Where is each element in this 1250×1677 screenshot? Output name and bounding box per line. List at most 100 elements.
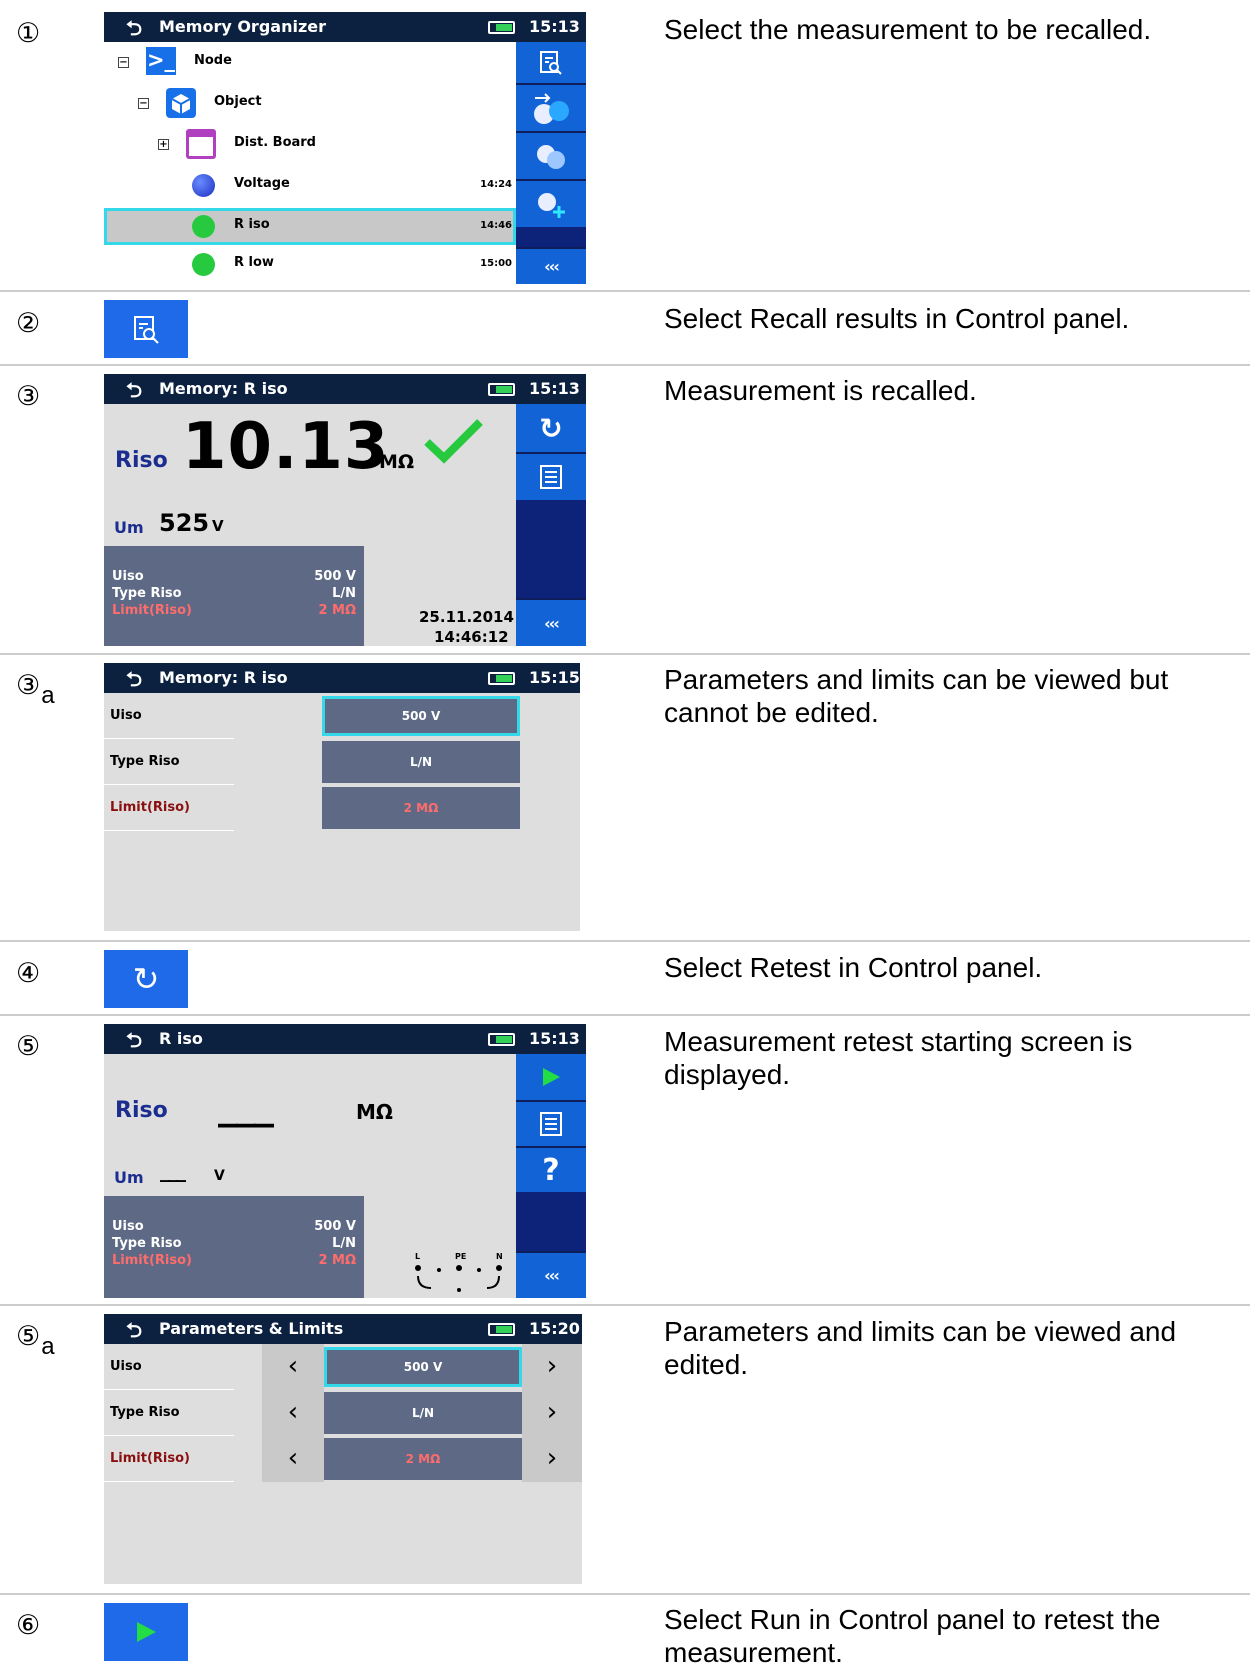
cube-icon (166, 88, 196, 118)
help-button[interactable]: ? (516, 1146, 586, 1192)
run-icon (137, 1622, 156, 1642)
list-icon (540, 465, 562, 489)
back-icon[interactable]: ⮌ (126, 1315, 142, 1345)
expand-icon[interactable]: + (158, 139, 169, 150)
title-bar: ⮌ Memory Organizer 15:13 (104, 12, 586, 42)
step-description: Select Run in Control panel to retest th… (664, 1604, 1161, 1668)
step-description: Select the measurement to be recalled. (664, 14, 1152, 45)
result-unit: MΩ (356, 1100, 393, 1124)
control-panel: ↻ ‹‹‹ (516, 404, 586, 646)
tree-item-object[interactable]: − Object (104, 83, 516, 124)
previous-value-button[interactable]: ‹ (262, 1390, 324, 1436)
title-bar: ⮌ Parameters & Limits 15:20 (104, 1314, 582, 1344)
tree-item-label: Dist. Board (234, 135, 316, 150)
control-panel: ? ‹‹‹ (516, 1054, 586, 1298)
parameters-box: Uiso 500 V Type Riso L/N Limit(Riso) 2 MΩ (104, 1196, 364, 1298)
back-icon[interactable]: ⮌ (126, 664, 142, 694)
recall-results-button[interactable] (516, 42, 586, 83)
param-value-uiso: 500 V (322, 696, 520, 736)
param-value-uiso[interactable]: 500 V (324, 1347, 522, 1387)
step-number: ① (16, 18, 41, 48)
sub-result-value: 525 (159, 509, 210, 537)
param-value-limit[interactable]: 2 MΩ (324, 1438, 522, 1480)
previous-value-button[interactable]: ‹ (262, 1344, 324, 1390)
sub-result-unit: V (212, 517, 224, 535)
next-value-button[interactable]: › (522, 1390, 582, 1436)
retest-button[interactable]: ↻ (516, 404, 586, 452)
battery-icon (488, 21, 515, 34)
recall-results-button[interactable] (104, 300, 188, 358)
tree-item-voltage[interactable]: Voltage 14:24 (104, 165, 516, 206)
param-row: Type Riso L/N (112, 1236, 356, 1251)
next-value-button[interactable]: › (522, 1344, 582, 1390)
result-unit: MΩ (379, 451, 415, 473)
param-value-type-riso[interactable]: L/N (324, 1392, 522, 1434)
run-button[interactable] (104, 1603, 188, 1661)
step-number: ④ (16, 958, 41, 988)
back-icon[interactable]: ⮌ (126, 13, 142, 43)
add-measurement-button[interactable] (516, 179, 586, 227)
sub-result-placeholder: ___ (160, 1158, 186, 1182)
battery-icon (488, 383, 515, 396)
terminal-diagram: L PE N (409, 1252, 509, 1296)
step-number: ⑤a (16, 1321, 55, 1360)
step-number: ⑤ (16, 1031, 41, 1061)
run-button[interactable] (516, 1054, 586, 1100)
clone-button[interactable] (516, 131, 586, 179)
back-icon[interactable]: ⮌ (126, 375, 142, 405)
more-options-button[interactable]: ‹‹‹ (516, 1251, 586, 1298)
screen-title: Memory: R iso (159, 379, 288, 398)
memory-organizer-screen: ⮌ Memory Organizer 15:13 − >_ Node − Obj… (104, 12, 586, 284)
measurement-status-icon (192, 215, 215, 238)
result-date: 25.11.2014 (419, 608, 514, 626)
step-number: ③ (16, 381, 41, 411)
param-row: Limit(Riso) 2 MΩ (112, 1253, 356, 1268)
result-label: Riso (115, 1098, 168, 1123)
step-description: Measurement is recalled. (664, 375, 977, 406)
tree-item-dist-board[interactable]: + Dist. Board (104, 124, 516, 165)
screen-title: Parameters & Limits (159, 1319, 344, 1338)
tree-item-r-low[interactable]: R low 15:00 (104, 245, 516, 284)
clock: 15:15 (529, 668, 580, 687)
next-value-button[interactable]: › (522, 1436, 582, 1482)
param-row-limit: Limit(Riso) (104, 785, 234, 831)
tree-item-node[interactable]: − >_ Node (104, 42, 516, 83)
tree-item-label: Object (214, 94, 262, 109)
row-divider (0, 653, 1250, 655)
title-bar: ⮌ R iso 15:13 (104, 1024, 586, 1054)
start-test-button[interactable] (516, 83, 586, 131)
tree-item-time: 15:00 (480, 258, 512, 269)
collapse-icon[interactable]: − (138, 98, 149, 109)
step-description: Parameters and limits can be viewed but … (664, 664, 1169, 728)
result-value: 10.13 (182, 410, 390, 484)
title-bar: ⮌ Memory: R iso 15:15 (104, 663, 580, 693)
retest-icon: ↻ (132, 961, 160, 997)
retest-icon: ↻ (539, 411, 563, 445)
add-icon (538, 193, 565, 218)
param-row-limit: Limit(Riso) (104, 1436, 234, 1482)
help-icon: ? (542, 1152, 560, 1188)
param-row: Uiso 500 V (112, 1219, 356, 1234)
more-options-button[interactable]: ‹‹‹ (516, 598, 586, 646)
step-number: ② (16, 308, 41, 338)
param-row-uiso: Uiso (104, 693, 234, 739)
result-area: Riso ___ MΩ Um ___ V Uiso 500 V Type Riso… (104, 1054, 516, 1298)
retest-button[interactable]: ↻ (104, 950, 188, 1008)
tree-item-r-iso[interactable]: R iso 14:46 (104, 208, 516, 245)
back-icon[interactable]: ⮌ (126, 1025, 142, 1055)
previous-value-button[interactable]: ‹ (262, 1436, 324, 1482)
param-row: Limit(Riso) 2 MΩ (112, 603, 356, 618)
parameters-button[interactable] (516, 452, 586, 500)
more-options-button[interactable]: ‹‹‹ (516, 247, 586, 284)
param-row-uiso: Uiso (104, 1344, 234, 1390)
row-divider (0, 364, 1250, 366)
memory-parameters-screen: ⮌ Memory: R iso 15:15 Uiso 500 V Type Ri… (104, 663, 580, 931)
step-description: Select Recall results in Control panel. (664, 303, 1130, 334)
parameters-button[interactable] (516, 1100, 586, 1146)
sub-result-label: Um (114, 1168, 144, 1187)
tree-item-time: 14:24 (480, 179, 512, 190)
step-description: Measurement retest starting screen is di… (664, 1026, 1133, 1090)
collapse-icon[interactable]: − (118, 57, 129, 68)
param-row: Uiso 500 V (112, 569, 356, 584)
param-value-type-riso: L/N (322, 741, 520, 783)
